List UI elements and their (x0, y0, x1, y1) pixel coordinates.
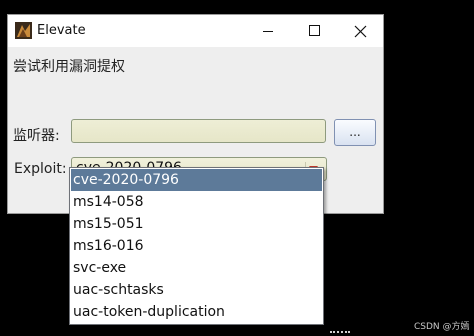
taskbar-dots (330, 331, 350, 336)
dropdown-option[interactable]: uac-token-duplication (71, 301, 322, 323)
exploit-label: Exploit: (14, 161, 67, 177)
browse-listener-button[interactable]: ... (334, 119, 376, 146)
minimize-button[interactable] (245, 15, 291, 47)
listener-label: 监听器: (13, 128, 60, 144)
dropdown-option[interactable]: svc-exe (71, 257, 322, 279)
dropdown-option[interactable]: uac-schtasks (71, 279, 322, 301)
app-icon (15, 22, 32, 39)
close-button[interactable] (337, 15, 383, 47)
minimize-icon (263, 31, 273, 32)
maximize-icon (309, 25, 320, 36)
title-bar[interactable]: Elevate (8, 15, 383, 47)
close-icon (354, 23, 367, 38)
dialog-heading: 尝试利用漏洞提权 (13, 59, 125, 75)
dropdown-option[interactable]: cve-2020-0796 (71, 169, 322, 191)
listener-field[interactable] (71, 119, 326, 143)
dropdown-option[interactable]: ms14-058 (71, 191, 322, 213)
window-title: Elevate (37, 23, 86, 38)
dropdown-option[interactable]: ms16-016 (71, 235, 322, 257)
exploit-dropdown-list: cve-2020-0796 ms14-058 ms15-051 ms16-016… (69, 167, 324, 325)
watermark: CSDN @方嫣 (414, 322, 470, 332)
maximize-button[interactable] (291, 15, 337, 47)
dropdown-option[interactable]: ms15-051 (71, 213, 322, 235)
